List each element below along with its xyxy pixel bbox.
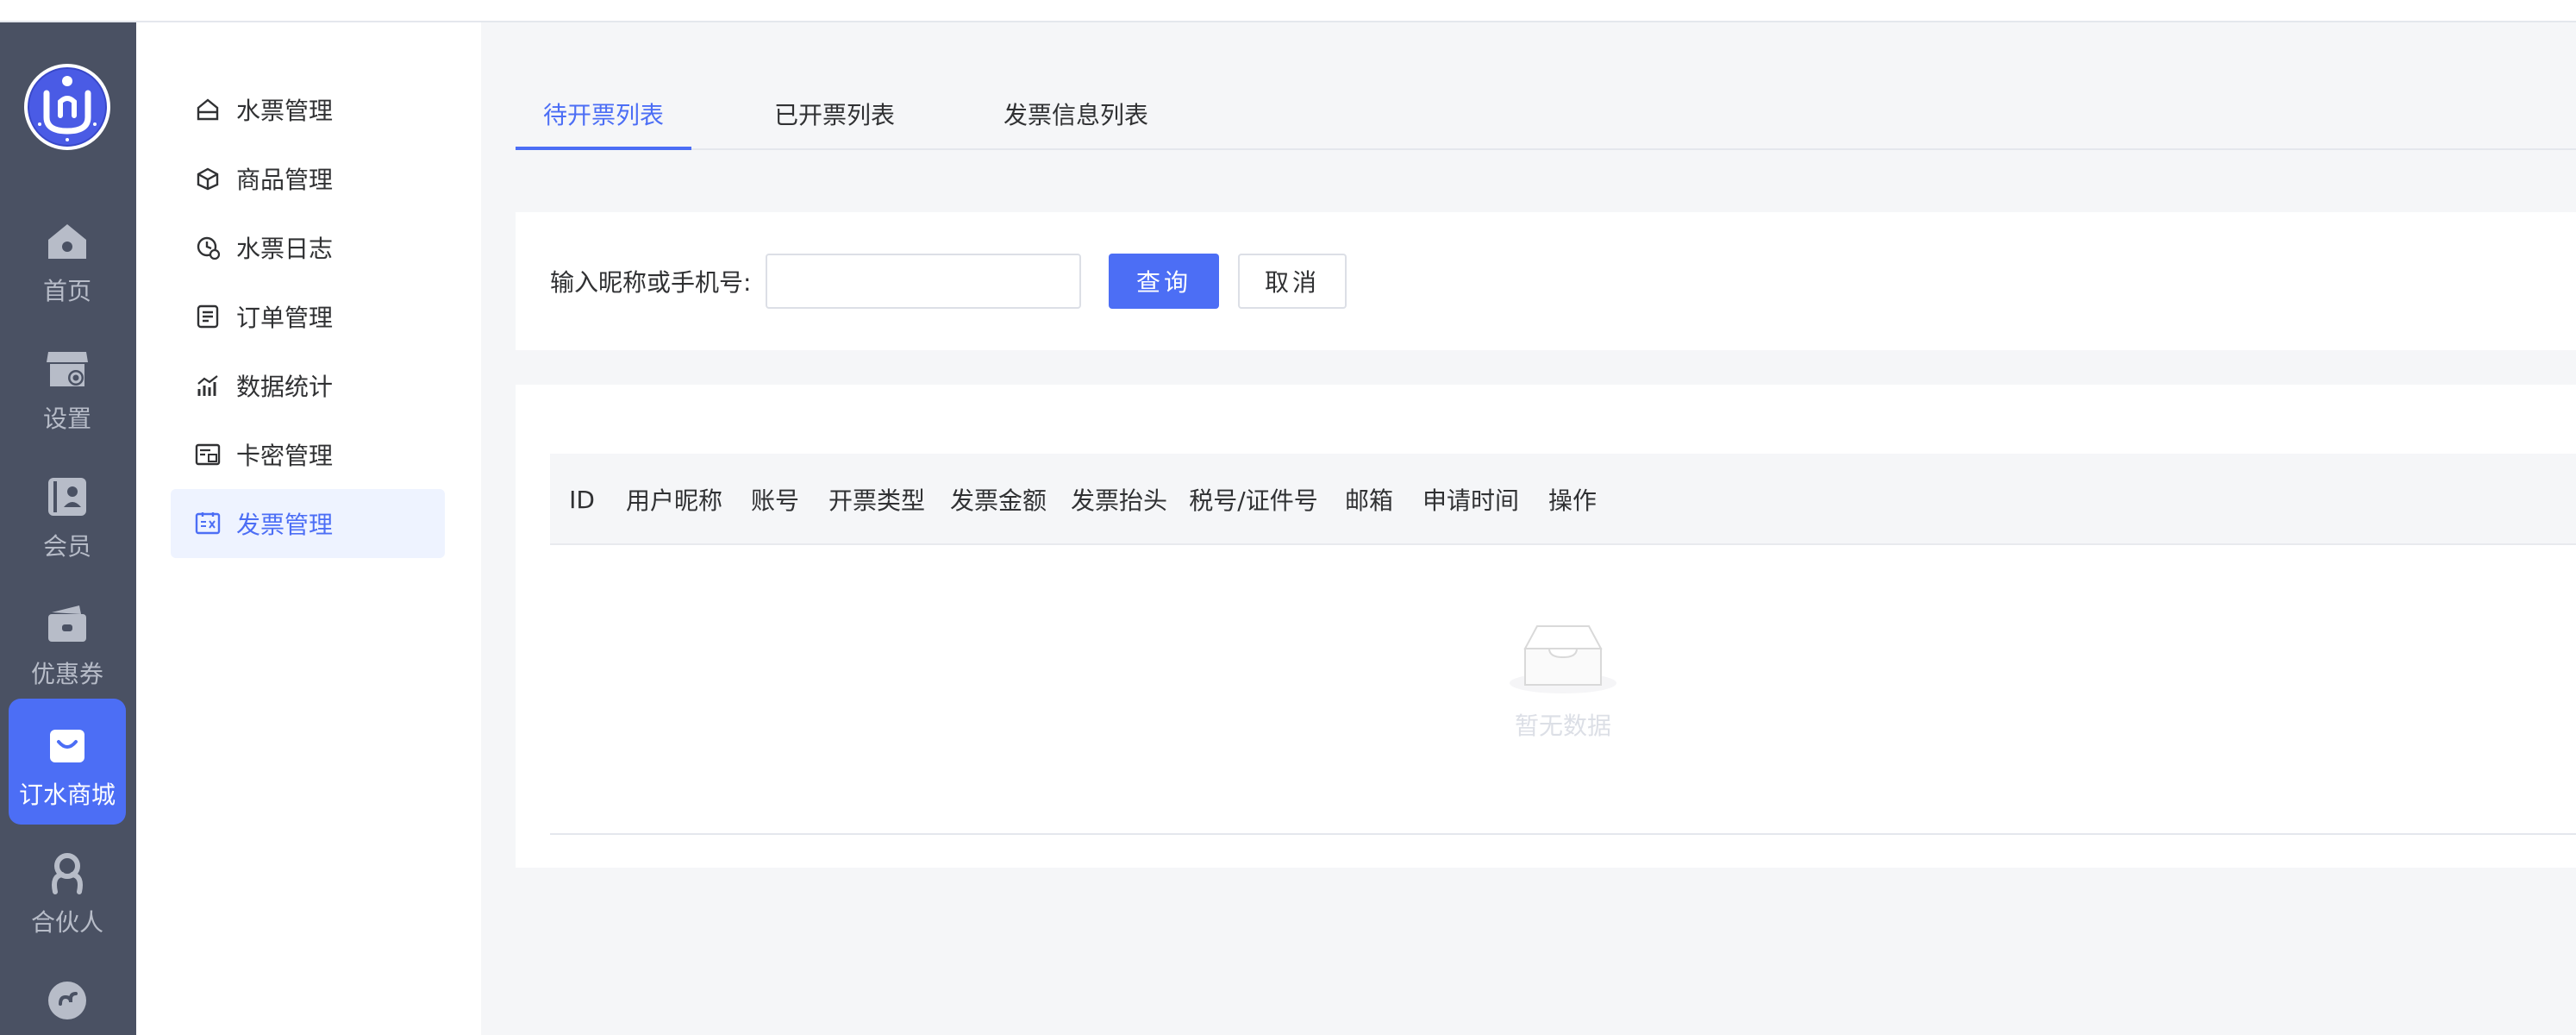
subnav-item-statistics[interactable]: 数据统计 [171,351,445,420]
column-header-nickname: 用户昵称 [625,486,722,515]
subnav-item-card-key[interactable]: 卡密管理 [171,420,445,489]
document-icon [195,304,221,329]
invoice-tabs: 待开票列表 已开票列表 发票信息列表 [516,78,2576,150]
tab-invoice-info[interactable]: 发票信息列表 [1004,78,1148,150]
column-header-tax-id: 税号/证件号 [1189,486,1318,515]
clock-log-icon [195,235,221,260]
subnav-item-label: 水票管理 [236,97,334,125]
nav-item-mini-program[interactable] [9,954,126,1035]
nav-item-partner[interactable]: 合伙人 [9,826,126,952]
search-input[interactable] [766,254,1081,309]
nav-item-label: 首页 [42,277,91,305]
mini-program-icon [45,978,90,1023]
nav-item-label: 设置 [42,405,91,433]
column-header-apply-time: 申请时间 [1422,486,1519,515]
ticket-icon [195,97,221,122]
cancel-button[interactable]: 取消 [1238,254,1347,309]
subnav-item-ticket-log[interactable]: 水票日志 [171,213,445,282]
table-header: ID 用户昵称 账号 开票类型 发票金额 发票抬头 税号/证件号 邮箱 申请时间… [550,454,2576,545]
top-bar [0,0,2576,22]
tab-issued-invoices[interactable]: 已开票列表 [774,78,895,150]
nav-item-home[interactable]: 首页 [9,195,126,321]
empty-inbox-icon [1510,623,1616,697]
search-panel: 输入昵称或手机号: 查询 取消 [516,212,2576,350]
nav-item-label: 会员 [42,532,91,561]
column-header-invoice-type: 开票类型 [828,486,925,515]
wallet-icon [45,602,90,647]
column-header-actions: 操作 [1547,486,1597,515]
cube-icon [195,166,221,191]
query-button[interactable]: 查询 [1109,254,1219,309]
column-header-id: ID [569,485,595,514]
member-icon [45,474,90,519]
nav-item-label: 优惠券 [30,660,103,688]
card-icon [195,442,221,467]
shopping-bag-icon [45,723,90,768]
subnav-item-label: 水票日志 [236,235,334,263]
active-tab-indicator [516,147,691,150]
subnav-item-orders[interactable]: 订单管理 [171,282,445,351]
nav-item-coupon[interactable]: 优惠券 [9,578,126,704]
tab-pending-invoices[interactable]: 待开票列表 [543,78,664,150]
column-header-account: 账号 [750,486,799,515]
nav-item-label: 合伙人 [30,908,103,937]
subnav-item-goods[interactable]: 商品管理 [171,144,445,213]
table-panel: ID 用户昵称 账号 开票类型 发票金额 发票抬头 税号/证件号 邮箱 申请时间… [516,385,2576,868]
secondary-sidebar: 水票管理 商品管理 水票日志 订单管理 数据统计 卡密管理 发票管理 [136,22,481,1035]
table-bottom-border [550,833,2576,835]
column-header-invoice-title: 发票抬头 [1070,486,1167,515]
partner-icon [45,850,90,895]
empty-state: 暂无数据 [1477,623,1649,752]
column-header-invoice-amount: 发票金额 [949,486,1047,515]
nav-item-water-mall[interactable]: 订水商城 [9,699,126,825]
store-settings-icon [45,347,90,392]
subnav-item-label: 商品管理 [236,166,334,194]
empty-text: 暂无数据 [1514,712,1611,740]
primary-sidebar: 首页 设置 会员 优惠券 订水商城 合伙人 [0,22,136,1035]
search-label: 输入昵称或手机号: [550,268,752,297]
nav-item-settings[interactable]: 设置 [9,323,126,448]
subnav-item-invoice[interactable]: 发票管理 [171,489,445,558]
column-header-email: 邮箱 [1344,486,1393,515]
subnav-item-label: 订单管理 [236,304,334,332]
home-icon [45,219,90,264]
app-logo[interactable] [24,64,110,150]
subnav-item-label: 发票管理 [236,511,334,539]
subnav-item-label: 卡密管理 [236,442,334,470]
invoice-icon [195,511,221,536]
logo-icon [38,76,97,141]
subnav-item-label: 数据统计 [236,373,334,401]
chart-icon [195,373,221,398]
nav-item-member[interactable]: 会员 [9,450,126,576]
subnav-item-water-ticket[interactable]: 水票管理 [171,75,445,144]
nav-item-label: 订水商城 [18,781,116,809]
